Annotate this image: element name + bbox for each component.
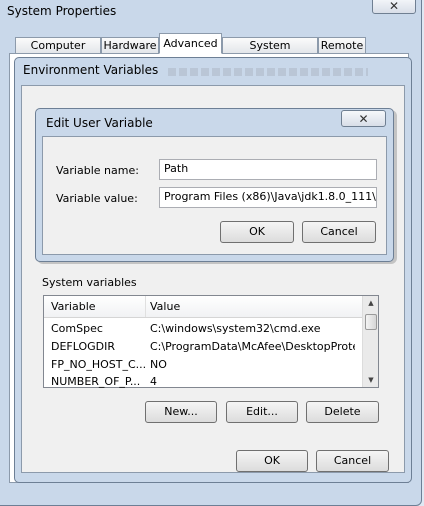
ghost-decor <box>168 68 368 76</box>
table-row[interactable]: NUMBER_OF_P... 4 <box>44 373 362 391</box>
variable-name-input[interactable]: Path <box>159 159 377 180</box>
row-variable: FP_NO_HOST_C... <box>51 358 146 371</box>
system-variables-label: System variables <box>42 276 137 289</box>
vertical-scrollbar[interactable]: ▲ ▼ <box>362 296 378 387</box>
row-value: 4 <box>150 375 157 388</box>
table-row[interactable]: FP_NO_HOST_C... NO <box>44 356 362 374</box>
row-value: C:\windows\system32\cmd.exe <box>150 322 321 335</box>
env-ok-button[interactable]: OK <box>236 450 308 472</box>
scroll-up-icon[interactable]: ▲ <box>363 296 379 310</box>
system-variables-table: Variable Value ComSpec C:\windows\system… <box>43 295 379 388</box>
edit-close-button[interactable]: ✕ <box>341 110 386 127</box>
edit-user-variable-title: Edit User Variable <box>46 116 153 130</box>
variable-value-input[interactable]: Program Files (x86)\Java\jdk1.8.0_111\bi… <box>159 187 377 208</box>
tab-system-protection[interactable]: System Protection <box>222 37 318 67</box>
system-properties-title: System Properties <box>7 4 117 18</box>
tab-advanced[interactable]: Advanced <box>159 33 222 54</box>
column-variable[interactable]: Variable <box>51 300 96 313</box>
tab-hardware[interactable]: Hardware <box>101 37 159 54</box>
tab-computer-name[interactable]: Computer Name <box>15 37 101 67</box>
variable-value-label: Variable value: <box>56 192 138 205</box>
close-icon: ✕ <box>358 112 369 126</box>
row-variable: ComSpec <box>51 322 103 335</box>
row-variable: DEFLOGDIR <box>51 340 116 353</box>
table-row[interactable]: DEFLOGDIR C:\ProgramData\McAfee\DesktopP… <box>44 338 362 356</box>
close-icon: ✕ <box>388 0 400 13</box>
header-divider <box>145 296 146 317</box>
scroll-thumb[interactable] <box>365 314 377 330</box>
edit-button[interactable]: Edit... <box>226 401 298 423</box>
scroll-down-icon[interactable]: ▼ <box>363 373 379 387</box>
row-value: NO <box>150 358 167 371</box>
environment-variables-title: Environment Variables <box>23 63 159 77</box>
table-header: Variable Value <box>44 296 362 318</box>
delete-button[interactable]: Delete <box>306 401 379 423</box>
row-variable: NUMBER_OF_P... <box>51 375 141 388</box>
variable-name-label: Variable name: <box>56 164 139 177</box>
system-properties-close-button[interactable]: ✕ <box>372 0 416 14</box>
column-value[interactable]: Value <box>150 300 180 313</box>
table-row[interactable]: ComSpec C:\windows\system32\cmd.exe <box>44 320 362 338</box>
edit-ok-button[interactable]: OK <box>220 221 294 243</box>
row-value: C:\ProgramData\McAfee\DesktopProtec... <box>150 340 355 353</box>
edit-cancel-button[interactable]: Cancel <box>302 221 376 243</box>
env-cancel-button[interactable]: Cancel <box>316 450 389 472</box>
tab-remote[interactable]: Remote <box>318 37 366 54</box>
new-button[interactable]: New... <box>145 401 217 423</box>
